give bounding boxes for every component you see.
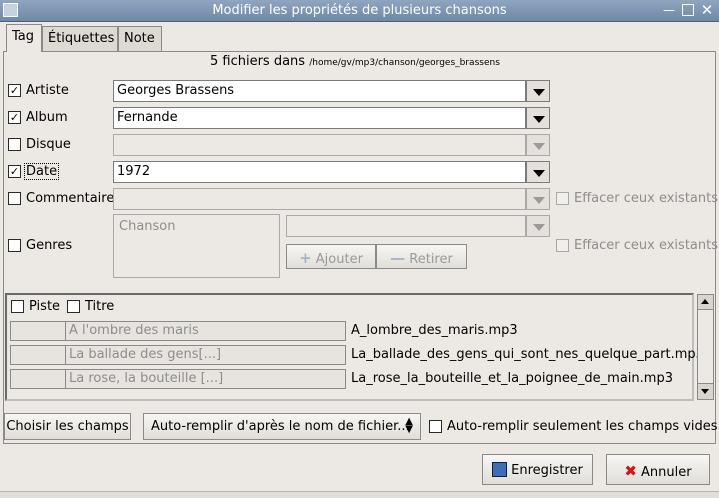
- song-list-scrollbar[interactable]: [697, 294, 714, 400]
- save-label: Enregistrer: [511, 463, 583, 478]
- genre-add-label: Ajouter: [315, 252, 363, 267]
- artist-dropdown-button[interactable]: [526, 80, 550, 102]
- tab-note[interactable]: Note: [118, 26, 162, 51]
- tab-label: Tag: [12, 29, 35, 44]
- genres-list[interactable]: Chanson: [113, 214, 280, 278]
- title-field[interactable]: A l'ombre des maris: [65, 321, 346, 341]
- track-column-checkbox[interactable]: [11, 300, 24, 313]
- disc-checkbox[interactable]: [8, 138, 21, 151]
- title-column-checkbox[interactable]: [67, 300, 80, 313]
- tab-tag[interactable]: Tag: [6, 24, 42, 52]
- track-column-header: Piste: [29, 299, 61, 314]
- date-dropdown-button[interactable]: [526, 161, 550, 183]
- genre-list-item[interactable]: Chanson: [119, 219, 176, 234]
- file-name: La_ballade_des_gens_qui_sont_nes_quelque…: [351, 347, 704, 362]
- date-checkbox[interactable]: ✓: [8, 165, 21, 178]
- status-strip: [0, 491, 719, 498]
- genres-clear-label: Effacer ceux existants: [574, 238, 718, 253]
- maximize-icon[interactable]: [682, 4, 694, 16]
- autofill-select-label: Auto-remplir d'après le nom de fichier..…: [151, 419, 410, 434]
- folder-path: /home/gv/mp3/chanson/georges_brassens: [309, 58, 500, 68]
- tab-label: Étiquettes: [48, 31, 115, 46]
- genre-add-button[interactable]: + Ajouter: [286, 244, 376, 269]
- window-titlebar[interactable]: Modifier les propriétés de plusieurs cha…: [0, 0, 719, 22]
- artist-label: Artiste: [26, 83, 69, 98]
- track-field[interactable]: [10, 369, 66, 389]
- genres-label: Genres: [26, 238, 73, 253]
- window-title: Modifier les propriétés de plusieurs cha…: [212, 3, 507, 18]
- title-field[interactable]: La ballade des gens[...]: [65, 345, 346, 365]
- track-field[interactable]: [10, 345, 66, 365]
- genre-remove-button[interactable]: — Retirer: [376, 244, 467, 269]
- cancel-label: Annuler: [641, 465, 692, 480]
- floppy-disk-icon: [492, 462, 508, 477]
- title-field[interactable]: La rose, la bouteille [...]: [65, 369, 346, 389]
- cancel-x-icon: ✖: [624, 462, 637, 480]
- scroll-down-button[interactable]: [698, 384, 713, 399]
- arrow-down-icon: [701, 389, 709, 394]
- scroll-thumb[interactable]: [698, 310, 713, 384]
- genre-remove-label: Retirer: [409, 252, 453, 267]
- comment-clear-label: Effacer ceux existants: [574, 191, 718, 206]
- title-column-header: Titre: [85, 299, 115, 314]
- files-count: 5 fichiers dans: [210, 54, 306, 69]
- comment-checkbox[interactable]: [8, 192, 21, 205]
- save-button[interactable]: Enregistrer: [482, 454, 593, 485]
- updown-arrows-icon: ▲ ▼: [405, 416, 413, 435]
- autofill-select[interactable]: Auto-remplir d'après le nom de fichier..…: [143, 413, 421, 440]
- cancel-button[interactable]: ✖ Annuler: [606, 454, 710, 485]
- track-field[interactable]: [10, 321, 66, 341]
- artist-field[interactable]: Georges Brassens: [113, 80, 526, 102]
- file-name: La_rose_la_bouteille_et_la_poignee_de_ma…: [351, 371, 673, 386]
- album-field[interactable]: Fernande: [113, 107, 526, 129]
- album-checkbox[interactable]: ✓: [8, 111, 21, 124]
- arrow-up-icon: [701, 299, 709, 304]
- scroll-up-button[interactable]: [698, 295, 713, 310]
- album-dropdown-button[interactable]: [526, 107, 550, 129]
- disc-dropdown-button[interactable]: [526, 134, 550, 156]
- choose-fields-button[interactable]: Choisir les champs: [4, 413, 131, 440]
- autofill-empty-label: Auto-remplir seulement les champs vides: [447, 419, 718, 434]
- comment-label: Commentaire: [26, 191, 115, 206]
- minimize-icon[interactable]: —: [662, 3, 676, 17]
- comment-clear-checkbox[interactable]: [556, 192, 569, 205]
- genres-checkbox[interactable]: [8, 239, 21, 252]
- files-summary: 5 fichiers dans /home/gv/mp3/chanson/geo…: [210, 54, 500, 69]
- plus-icon: +: [299, 249, 312, 267]
- disc-label: Disque: [26, 137, 71, 152]
- date-field[interactable]: 1972: [113, 161, 526, 183]
- song-list[interactable]: Piste Titre A l'ombre des maris A_lombre…: [5, 293, 704, 401]
- genres-clear-checkbox[interactable]: [556, 239, 569, 252]
- comment-dropdown-button[interactable]: [526, 188, 550, 210]
- file-name: A_lombre_des_maris.mp3: [351, 323, 518, 338]
- genre-select-dropdown-button[interactable]: [526, 215, 550, 237]
- tab-etiquettes[interactable]: Étiquettes: [42, 26, 118, 51]
- comment-field[interactable]: [113, 188, 526, 210]
- tab-label: Note: [124, 31, 155, 46]
- autofill-empty-checkbox[interactable]: [429, 420, 442, 433]
- artist-checkbox[interactable]: ✓: [8, 84, 21, 97]
- album-label: Album: [26, 110, 68, 125]
- date-label: Date: [24, 163, 60, 180]
- disc-field[interactable]: [113, 134, 526, 156]
- close-icon[interactable]: ✕: [700, 3, 714, 18]
- minus-icon: —: [390, 249, 406, 267]
- genre-select-field[interactable]: [286, 215, 526, 237]
